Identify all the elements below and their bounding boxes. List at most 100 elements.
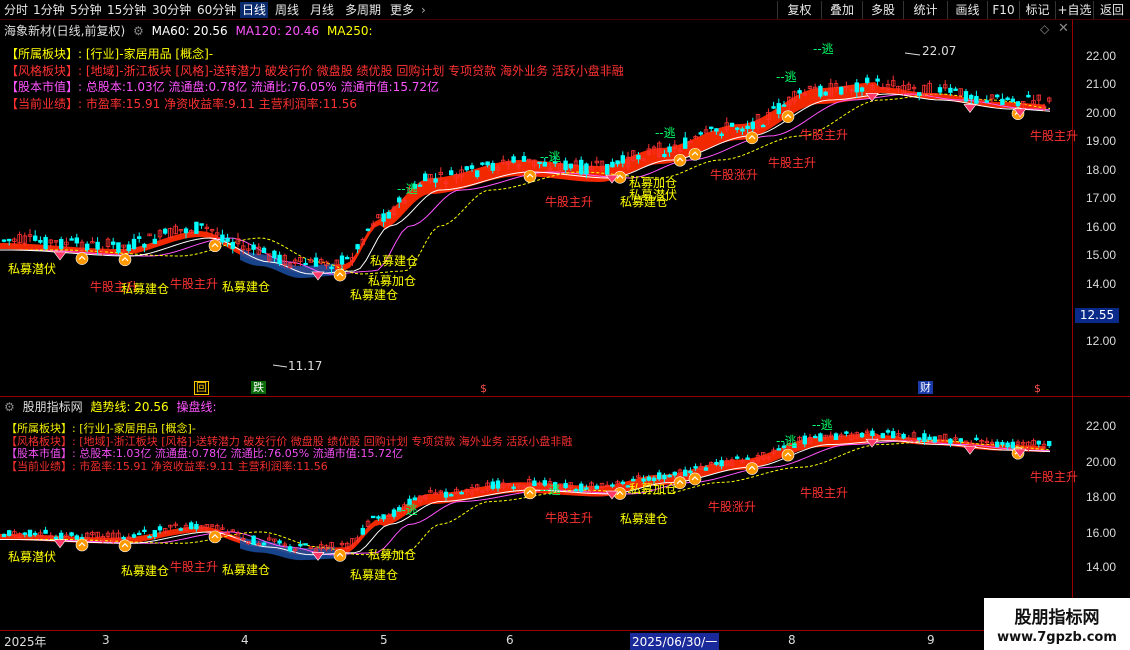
adjust-button[interactable]: 复权 [777,1,821,19]
statistics-button[interactable]: 统计 [903,1,947,19]
draw-line-button[interactable]: 画线 [947,1,987,19]
event-marker-review[interactable]: 回 [194,381,209,395]
mark-button[interactable]: 标记 [1019,1,1055,19]
candle-body [131,534,137,538]
candle-body [126,244,131,252]
private-add-label: 私募加仓 [629,482,678,496]
candle-body [750,121,755,130]
back-button[interactable]: 返回 [1093,1,1130,19]
candle-body [1005,97,1010,101]
y-tick: 12.00 [1085,334,1116,348]
candle-body [818,85,823,97]
buy-signal-icon [745,131,759,145]
private-build-label: 私募建仓 [620,512,669,526]
candle-body [1047,440,1052,447]
event-marker-drop[interactable]: 跌 [251,381,266,394]
y-tick: 18.00 [1085,163,1116,177]
multi-stock-button[interactable]: 多股 [862,1,903,19]
private-build-label: 私募建仓 [370,254,419,268]
timeframe-tab-more[interactable]: 更多 [388,2,416,18]
candle-body [636,154,641,160]
timeframe-tab-1min[interactable]: 1分钟 [31,2,67,18]
candle-body [344,256,350,260]
escape-signal-label: --逃 [540,150,561,164]
candle-body [865,77,870,83]
timeframe-tab-multi[interactable]: 多周期 [343,2,383,18]
candle-body [183,228,189,234]
candle-body [412,497,417,501]
gem-signal-icon [53,251,67,261]
candle-body [579,483,584,492]
candle-body [69,238,74,241]
escape-signal-label: --逃 [812,418,833,432]
escape-signal-label: --逃 [540,483,561,497]
date-axis: 2025年 3 4 5 6 2025/06/30/一 8 9 [0,630,1130,650]
stock-info-block: 【所属板块】: [行业]-家居用品 [概念]- 【风格板块】: [地域]-浙江板… [6,46,624,112]
candle-body [43,236,48,250]
more-chevron-icon[interactable]: › [419,2,428,18]
candle-body [303,262,308,266]
settings-gear-icon[interactable]: ⚙ [133,24,144,38]
y-tick: 14.00 [1085,277,1116,291]
timeframe-tab-intraday[interactable]: 分时 [2,2,30,18]
timeframe-tab-60min[interactable]: 60分钟 [195,2,238,18]
candle-body [688,470,693,474]
close-icon[interactable]: ✕ [1058,21,1069,36]
y-tick: 20.00 [1085,455,1116,469]
event-marker-dollar[interactable]: $ [1034,382,1041,395]
candle-body [735,456,740,459]
bull-rise-label: 牛股主升 [170,560,219,574]
indicator-panel-title: ⚙ 股朋指标网 趋势线: 20.56 操盘线: [4,398,221,414]
candle-body [178,528,183,531]
escape-signal-label: --逃 [776,70,797,84]
f10-button[interactable]: F10 [987,1,1019,19]
candle-body [381,514,386,520]
timeframe-tab-weekly[interactable]: 周线 [273,2,301,18]
event-marker-dollar[interactable]: $ [480,382,487,395]
candle-body [823,91,828,96]
indicator-panel[interactable]: ⚙ 股朋指标网 趋势线: 20.56 操盘线: 【所属板块】: [行业]-家居用… [0,396,1130,630]
candle-body [521,156,527,162]
candle-body [984,100,989,103]
candle-body [422,173,428,182]
event-marker-finance[interactable]: 财 [918,381,933,394]
overlay-button[interactable]: 叠加 [821,1,862,19]
timeframe-tab-monthly[interactable]: 月线 [308,2,336,18]
settings-gear-icon[interactable]: ⚙ [4,400,15,414]
ma250-legend: MA250: [327,24,373,38]
candle-body [417,184,423,187]
candle-body [693,466,698,469]
candle-body [370,515,376,519]
candle-body [802,435,807,445]
timeframe-tab-daily[interactable]: 日线 [240,2,269,18]
candle-body [667,146,672,153]
candle-body [797,90,802,94]
candle-body [339,255,345,265]
date-label: 6 [506,633,514,647]
diamond-icon[interactable]: ◇ [1040,22,1049,36]
candle-body [464,166,469,171]
candle-body [1010,98,1015,102]
candle-body [776,103,781,115]
date-label: 8 [788,633,796,647]
buy-signal-icon [208,239,222,253]
timeframe-tab-30min[interactable]: 30分钟 [150,2,193,18]
main-kline-panel[interactable]: 海象新材(日线,前复权) ⚙ MA60: 20.56 MA120: 20.46 … [0,20,1130,396]
y-tick: 17.00 [1085,191,1116,205]
candle-body [111,241,116,245]
candle-body [157,526,163,531]
candle-body [672,471,677,476]
candle-body [355,244,360,250]
add-watchlist-button[interactable]: +自选 [1055,1,1093,19]
candle-body [958,438,963,442]
candle-body [854,82,859,93]
candle-body [43,529,48,534]
candle-body [220,234,225,243]
candle-body [303,543,308,546]
timeframe-tab-5min[interactable]: 5分钟 [68,2,104,18]
candle-body [969,94,974,100]
buy-signal-icon [208,530,222,544]
candle-body [287,546,293,552]
timeframe-tab-15min[interactable]: 15分钟 [105,2,148,18]
candle-body [714,128,719,132]
